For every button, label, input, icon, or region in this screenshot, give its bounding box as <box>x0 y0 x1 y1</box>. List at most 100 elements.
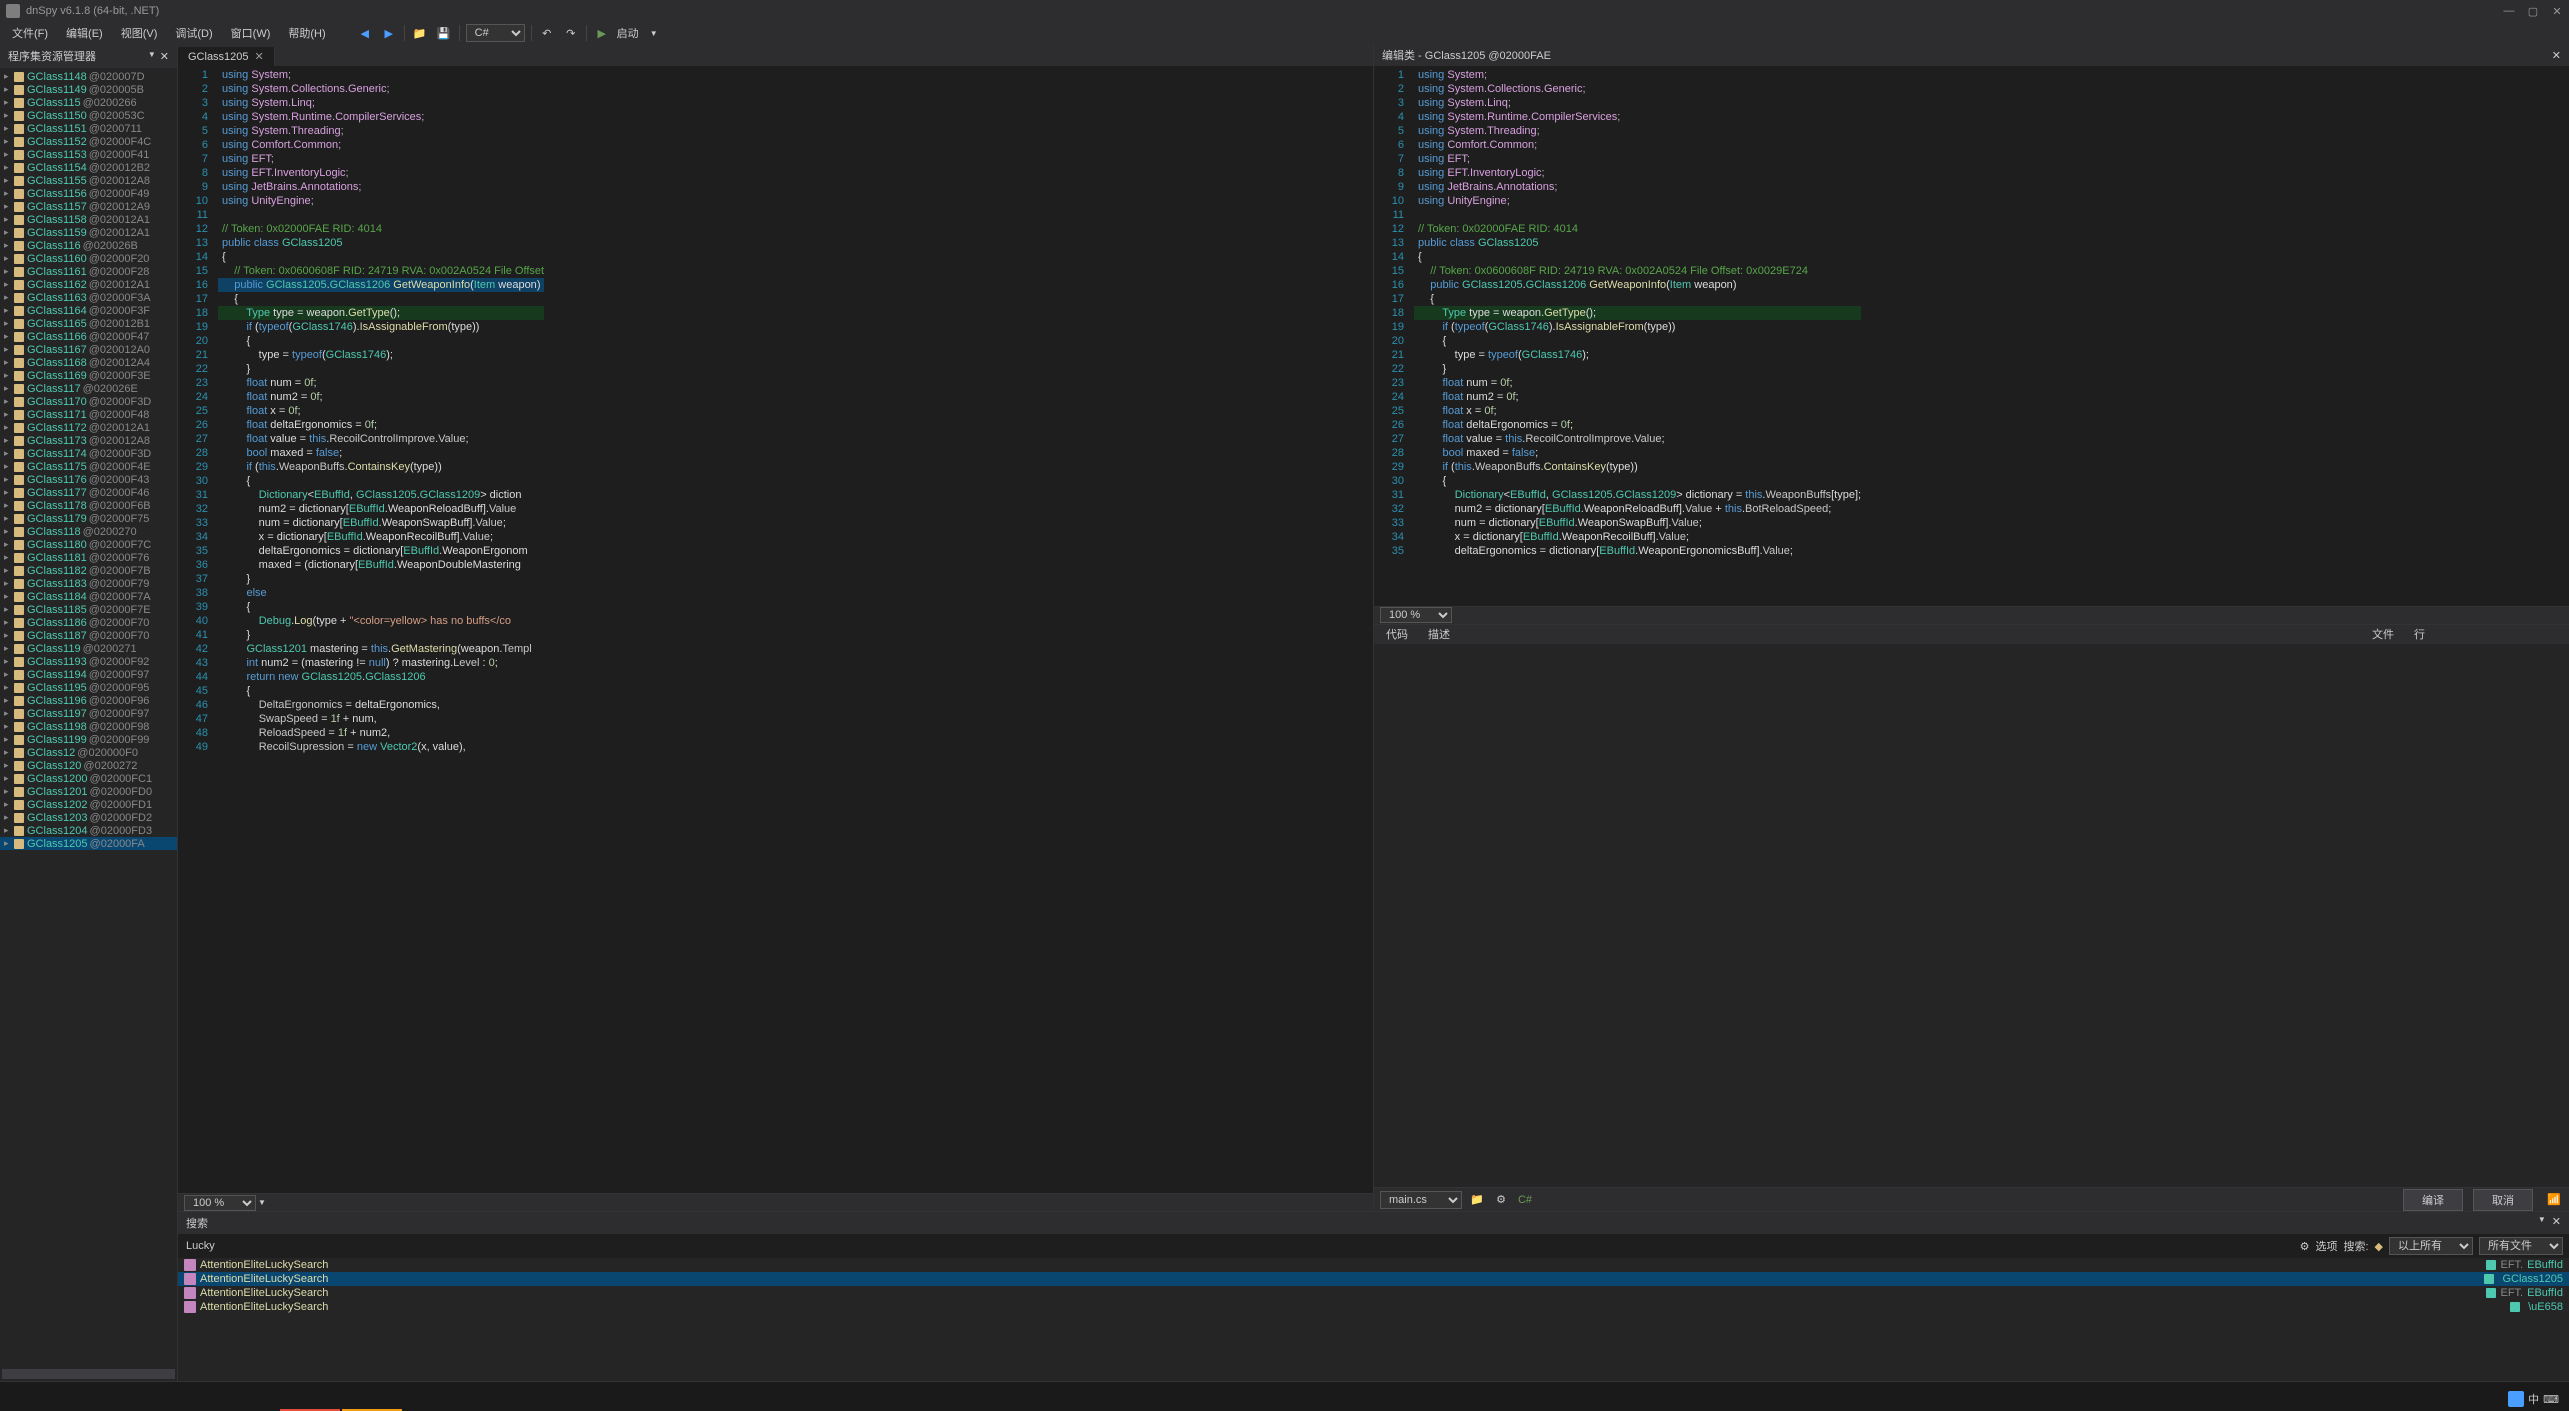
close-icon[interactable]: ✕ <box>2551 5 2563 17</box>
tree-node[interactable]: ▸GClass1150 @020053C <box>0 109 177 122</box>
search-scope-select[interactable]: 以上所有 <box>2389 1237 2473 1255</box>
tree-node[interactable]: ▸GClass120 @0200272 <box>0 759 177 772</box>
csharp-icon[interactable]: C# <box>1516 1191 1534 1209</box>
tree-node[interactable]: ▸GClass1196 @02000F96 <box>0 694 177 707</box>
undo-icon[interactable]: ↶ <box>538 24 556 42</box>
tab-close-icon[interactable]: ✕ <box>255 50 264 63</box>
tray-icon[interactable] <box>2508 1391 2524 1407</box>
right-zoom-select[interactable]: 100 % <box>1380 607 1452 623</box>
tree-node[interactable]: ▸GClass1174 @02000F3D <box>0 447 177 460</box>
settings-icon[interactable]: ⚙ <box>1492 1191 1510 1209</box>
tab-desc[interactable]: 描述 <box>1424 624 1454 644</box>
tree-node[interactable]: ▸GClass1172 @020012A1 <box>0 421 177 434</box>
tree-node[interactable]: ▸GClass1176 @02000F43 <box>0 473 177 486</box>
search-files-select[interactable]: 所有文件 <box>2479 1237 2563 1255</box>
tree-node[interactable]: ▸GClass1170 @02000F3D <box>0 395 177 408</box>
tree-node[interactable]: ▸GClass1154 @020012B2 <box>0 161 177 174</box>
tree-node[interactable]: ▸GClass1164 @02000F3F <box>0 304 177 317</box>
menu-edit[interactable]: 编辑(E) <box>58 23 111 43</box>
redo-icon[interactable]: ↷ <box>562 24 580 42</box>
search-result-row[interactable]: AttentionEliteLuckySearch\uE658 <box>178 1300 2569 1314</box>
left-code[interactable]: using System;using System.Collections.Ge… <box>218 66 544 1193</box>
maximize-icon[interactable]: ▢ <box>2527 5 2539 17</box>
tree-node[interactable]: ▸GClass118 @0200270 <box>0 525 177 538</box>
taskbar[interactable]: 中 ⌨ <box>0 1381 2569 1411</box>
compile-button[interactable]: 编译 <box>2403 1189 2463 1211</box>
tree-node[interactable]: ▸GClass1167 @020012A0 <box>0 343 177 356</box>
tree-node[interactable]: ▸GClass1168 @020012A4 <box>0 356 177 369</box>
tree-node[interactable]: ▸GClass1185 @02000F7E <box>0 603 177 616</box>
tree-node[interactable]: ▸GClass1193 @02000F92 <box>0 655 177 668</box>
run-dropdown-icon[interactable]: ▼ <box>645 24 663 42</box>
tree-node[interactable]: ▸GClass1173 @020012A8 <box>0 434 177 447</box>
language-select[interactable]: C# <box>466 24 525 42</box>
zoom-dropdown-icon[interactable]: ▼ <box>258 1198 266 1207</box>
right-close-icon[interactable]: ✕ <box>2552 49 2561 62</box>
tree-node[interactable]: ▸GClass1157 @020012A9 <box>0 200 177 213</box>
tree-node[interactable]: ▸GClass1162 @020012A1 <box>0 278 177 291</box>
options-label[interactable]: 选项 <box>2315 1238 2337 1254</box>
search-result-row[interactable]: AttentionEliteLuckySearchEFT.EBuffId <box>178 1286 2569 1300</box>
menu-window[interactable]: 窗口(W) <box>223 23 279 43</box>
tree-node[interactable]: ▸GClass117 @020026E <box>0 382 177 395</box>
folder-icon[interactable]: 📁 <box>1468 1191 1486 1209</box>
tree-node[interactable]: ▸GClass1186 @02000F70 <box>0 616 177 629</box>
tray-lang-icon[interactable]: ⌨ <box>2543 1393 2559 1406</box>
tree-node[interactable]: ▸GClass1183 @02000F79 <box>0 577 177 590</box>
menu-file[interactable]: 文件(F) <box>4 23 56 43</box>
panel-close-icon[interactable]: ✕ <box>160 50 169 63</box>
tree-node[interactable]: ▸GClass1205 @02000FA <box>0 837 177 850</box>
tree-node[interactable]: ▸GClass1166 @02000F47 <box>0 330 177 343</box>
tree-node[interactable]: ▸GClass116 @020026B <box>0 239 177 252</box>
tree-node[interactable]: ▸GClass1152 @02000F4C <box>0 135 177 148</box>
menu-help[interactable]: 帮助(H) <box>280 23 333 43</box>
search-dropdown-icon[interactable]: ▼ <box>2538 1215 2546 1231</box>
run-label[interactable]: 启动 <box>617 25 639 41</box>
menu-view[interactable]: 视图(V) <box>113 23 166 43</box>
tree-node[interactable]: ▸GClass1158 @020012A1 <box>0 213 177 226</box>
tree-node[interactable]: ▸GClass1184 @02000F7A <box>0 590 177 603</box>
tree-node[interactable]: ▸GClass1182 @02000F7B <box>0 564 177 577</box>
tree-node[interactable]: ▸GClass1181 @02000F76 <box>0 551 177 564</box>
tree-node[interactable]: ▸GClass1203 @02000FD2 <box>0 811 177 824</box>
tree-node[interactable]: ▸GClass1178 @02000F6B <box>0 499 177 512</box>
file-select[interactable]: main.cs <box>1380 1191 1462 1209</box>
tab-code[interactable]: 代码 <box>1382 624 1412 644</box>
tree-node[interactable]: ▸GClass1195 @02000F95 <box>0 681 177 694</box>
tree-node[interactable]: ▸GClass1204 @02000FD3 <box>0 824 177 837</box>
tree-node[interactable]: ▸GClass1202 @02000FD1 <box>0 798 177 811</box>
tree-node[interactable]: ▸GClass1194 @02000F97 <box>0 668 177 681</box>
tree-node[interactable]: ▸GClass1201 @02000FD0 <box>0 785 177 798</box>
sidebar-h-scrollbar[interactable] <box>2 1369 175 1379</box>
minimize-icon[interactable]: — <box>2503 5 2515 17</box>
signal-icon[interactable]: 📶 <box>2545 1191 2563 1209</box>
tree-node[interactable]: ▸GClass1159 @020012A1 <box>0 226 177 239</box>
tree-node[interactable]: ▸GClass119 @0200271 <box>0 642 177 655</box>
tree-node[interactable]: ▸GClass1156 @02000F49 <box>0 187 177 200</box>
tree-node[interactable]: ▸GClass1197 @02000F97 <box>0 707 177 720</box>
menu-debug[interactable]: 调试(D) <box>167 23 220 43</box>
panel-dropdown-icon[interactable]: ▼ <box>148 50 156 63</box>
options-icon[interactable]: ⚙ <box>2300 1240 2310 1253</box>
tree-node[interactable]: ▸GClass1180 @02000F7C <box>0 538 177 551</box>
search-result-row[interactable]: AttentionEliteLuckySearchEFT.EBuffId <box>178 1258 2569 1272</box>
tree-node[interactable]: ▸GClass1163 @02000F3A <box>0 291 177 304</box>
left-tab[interactable]: GClass1205 ✕ <box>178 47 275 66</box>
tree-node[interactable]: ▸GClass1161 @02000F28 <box>0 265 177 278</box>
search-result-row[interactable]: AttentionEliteLuckySearchGClass1205 <box>178 1272 2569 1286</box>
search-results[interactable]: AttentionEliteLuckySearchEFT.EBuffIdAtte… <box>178 1258 2569 1381</box>
tree-node[interactable]: ▸GClass1153 @02000F41 <box>0 148 177 161</box>
tree-node[interactable]: ▸GClass1169 @02000F3E <box>0 369 177 382</box>
tree-node[interactable]: ▸GClass1149 @020005B <box>0 83 177 96</box>
right-code[interactable]: using System;using System.Collections.Ge… <box>1414 66 1861 606</box>
tree-node[interactable]: ▸GClass1177 @02000F46 <box>0 486 177 499</box>
tree-node[interactable]: ▸GClass1200 @02000FC1 <box>0 772 177 785</box>
tree-node[interactable]: ▸GClass1160 @02000F20 <box>0 252 177 265</box>
tree-node[interactable]: ▸GClass1199 @02000F99 <box>0 733 177 746</box>
tree-node[interactable]: ▸GClass12 @020000F0 <box>0 746 177 759</box>
tray-ime-icon[interactable]: 中 <box>2528 1391 2539 1407</box>
search-close-icon[interactable]: ✕ <box>2552 1215 2561 1231</box>
tree-node[interactable]: ▸GClass1151 @0200711 <box>0 122 177 135</box>
tree-node[interactable]: ▸GClass115 @0200266 <box>0 96 177 109</box>
search-input[interactable] <box>184 1238 2292 1254</box>
